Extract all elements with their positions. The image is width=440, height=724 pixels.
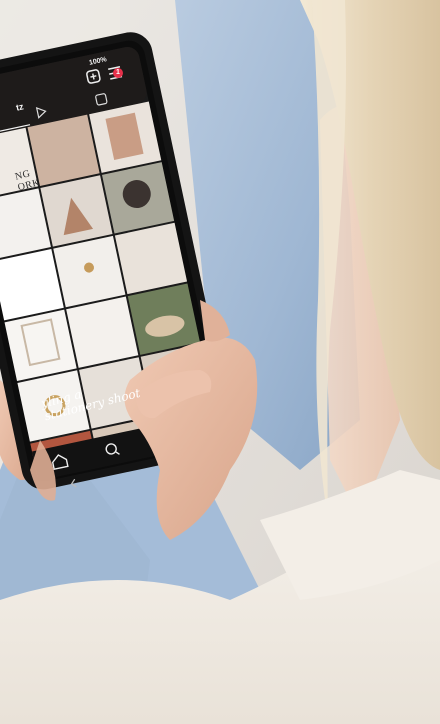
scene-photo <box>0 0 440 724</box>
post-tile[interactable] <box>17 370 90 442</box>
photo-stage: 100% tz 1 NG ORK yling a stationery shoo… <box>0 0 440 724</box>
post-tile[interactable] <box>27 114 100 186</box>
post-tile[interactable] <box>66 296 139 368</box>
post-tile[interactable] <box>114 222 188 295</box>
post-tile[interactable] <box>4 309 77 382</box>
